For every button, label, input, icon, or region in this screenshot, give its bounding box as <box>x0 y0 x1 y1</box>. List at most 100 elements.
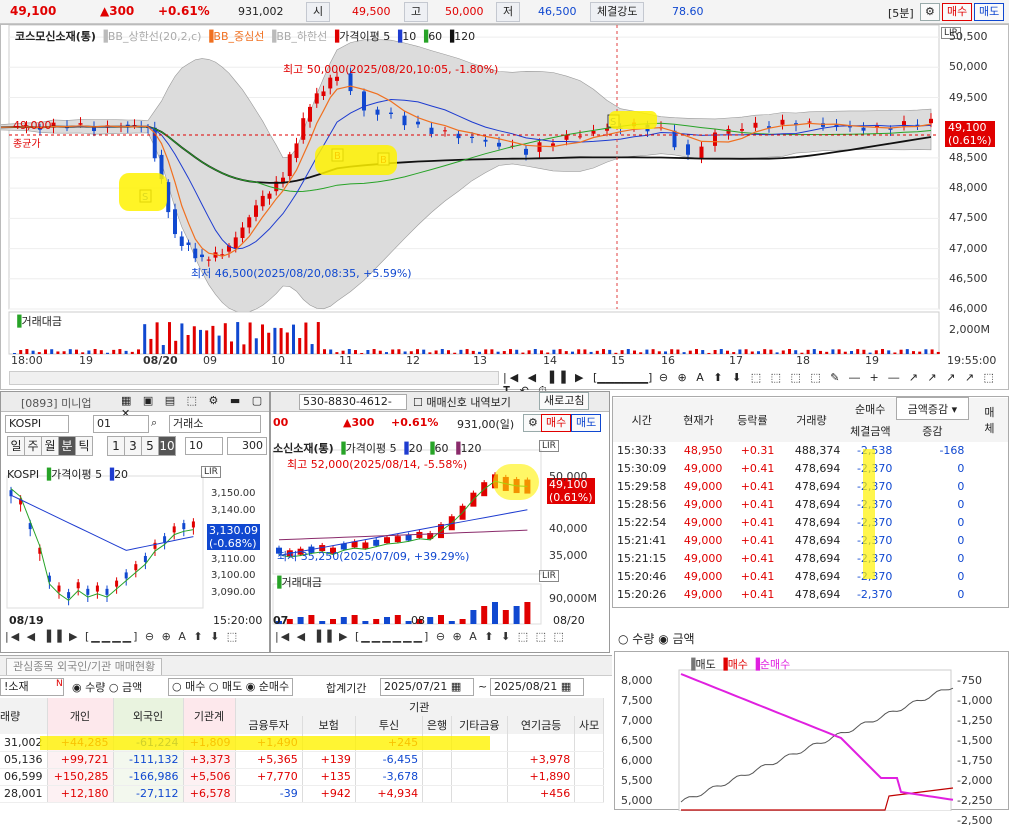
volume-bar <box>149 338 153 354</box>
tick-row[interactable]: 15:28:5649,000+0.41478,694-2,3700 <box>613 495 1008 514</box>
table-row[interactable]: 06,599 +150,285 -166,986 +5,506 +7,770 +135 -3… <box>0 768 604 786</box>
tick-table-panel[interactable]: 시간 현재가 등락률 거래량 순매수 금액증감 ▾ 매 체 체결금액 증감 15:30:33 48… <box>612 396 1009 608</box>
interval-5[interactable]: 5 <box>141 436 159 456</box>
kospi-candle <box>163 536 167 543</box>
volume-bar <box>918 351 922 354</box>
table-cell <box>422 751 452 769</box>
side-radio[interactable]: ○ 매수 ○ 매도 ◉ 순매수 <box>168 678 294 696</box>
tab-minute[interactable]: 분 <box>58 436 76 456</box>
account-number[interactable]: 530-8830-4612- <box>299 394 407 410</box>
date-to[interactable]: 2025/08/21 ▦ <box>490 678 584 696</box>
radio-amount[interactable]: 금액 <box>122 681 142 694</box>
flow-chart-panel[interactable]: ▐매도 ▐매수 ▐순매수 8,000 7,500 7,000 6,500 6,000 5,… <box>614 651 1009 827</box>
radio-qty[interactable]: 수량 <box>85 681 105 694</box>
unit-radio[interactable]: ◉ 수량 ○ 금액 <box>72 679 142 695</box>
daily-lir-badge[interactable]: LIR <box>539 440 559 452</box>
tab-month[interactable]: 월 <box>41 436 59 456</box>
kospi-date: 08/19 <box>9 614 44 627</box>
interval-10[interactable]: 10 <box>158 436 176 456</box>
mini-controls[interactable]: |◀ ◀ ▐▐ ▶ [▁▁▁▁] ⊖ ⊕ A ⬆ ⬇ ⬚ <box>5 630 239 643</box>
option-qty[interactable]: 수량 <box>632 632 654 646</box>
tick-row[interactable]: 15:21:1549,000+0.41478,694-2,3700 <box>613 549 1008 568</box>
interval-buttons[interactable]: 1 3 5 10 <box>107 436 176 456</box>
tick-cell: 478,694 <box>778 495 845 514</box>
tick-options[interactable]: ○ 수량 ◉ 금액 <box>618 630 695 647</box>
flow-net-label: 순매수 <box>759 658 791 671</box>
count-input[interactable]: 300 <box>227 437 267 455</box>
daily-lir-badge-2[interactable]: LIR <box>539 570 559 582</box>
daily-sell-button[interactable]: 매도 <box>571 414 602 432</box>
investor-flow-window[interactable]: 관심종목 외국인/기관 매매현황 !소재 N ◉ 수량 ○ 금액 ○ 매수 ○ … <box>0 655 612 810</box>
option-amount[interactable]: 금액 <box>673 632 695 646</box>
flow-left-tick: 7,500 <box>621 694 653 707</box>
tab-week[interactable]: 주 <box>24 436 42 456</box>
mini-chart-window[interactable]: [0893] 미니업 ▦ ▣ ▤ ⬚ ⚙ ▬ ▢ ✕ KOSPI 01 ⌕ 거래… <box>0 391 270 653</box>
period-tabs[interactable]: 일주월분틱 <box>7 436 93 456</box>
daily-volume-bar <box>438 615 444 624</box>
table-row[interactable]: 05,136 +99,721 -111,132 +3,373 +5,365 +139 -6,… <box>0 751 604 769</box>
radio-net[interactable]: 순매수 <box>259 680 289 693</box>
daily-volume: 931,00(일) <box>457 418 515 431</box>
tick-cell: 478,694 <box>778 477 845 496</box>
volume-bar <box>533 349 537 354</box>
tab-investor-flow[interactable]: 관심종목 외국인/기관 매매현황 <box>6 658 163 675</box>
mini-lir-badge[interactable]: LIR <box>201 466 221 478</box>
tab-day[interactable]: 일 <box>7 436 25 456</box>
volume-bar <box>93 349 97 354</box>
search-icon[interactable]: ⌕ <box>151 416 157 430</box>
sell-button[interactable]: 매도 <box>974 3 1005 21</box>
daily-volume-bar <box>459 619 466 624</box>
volume-bar <box>602 349 605 354</box>
volume-bar <box>186 335 190 354</box>
tick-row[interactable]: 15:20:4649,000+0.41478,694-2,3700 <box>613 567 1008 586</box>
main-chart-panel[interactable]: SBBS 코스모신소재(통) ▐BB_상한선(20,2,c) ▐BB_중심선 ▐… <box>0 24 1009 397</box>
interval-3[interactable]: 3 <box>124 436 142 456</box>
amount-change-select[interactable]: 금액증감 ▾ <box>895 397 969 420</box>
volume-bar <box>174 340 178 354</box>
market-number-input[interactable]: 01 <box>93 415 149 433</box>
radio-sell[interactable]: 매도 <box>222 680 242 693</box>
open-label: 시 <box>306 2 331 22</box>
group-select-arrow[interactable]: N <box>56 679 63 689</box>
signal-checkbox[interactable]: ☐ 매매신호 내역보기 <box>413 394 511 410</box>
tab-tick[interactable]: 틱 <box>75 436 93 456</box>
volume-bar <box>44 349 47 354</box>
volume-bar <box>360 352 364 354</box>
calendar-icon[interactable]: ▦ <box>451 680 461 693</box>
calendar-icon[interactable]: ▦ <box>561 680 571 693</box>
volume-bar <box>757 351 760 354</box>
volume-bar <box>837 349 841 354</box>
tick-row[interactable]: 15:20:26 49,000 +0.41 478,694 -2,370 0 <box>613 585 1008 604</box>
date-from[interactable]: 2025/07/21 ▦ <box>380 678 474 696</box>
h-scrollbar[interactable] <box>9 371 499 385</box>
volume-bar <box>137 349 140 354</box>
refresh-button[interactable]: 새로고침 <box>539 392 590 410</box>
table-cell: +139 <box>302 751 356 769</box>
period-label[interactable]: [5분] <box>888 5 914 21</box>
group-select[interactable]: !소재 <box>0 678 64 696</box>
volume-bar <box>515 349 519 354</box>
market-select[interactable]: KOSPI <box>5 415 69 433</box>
daily-candle <box>405 534 412 541</box>
volume-bar <box>205 330 209 354</box>
tick-row[interactable]: 15:22:5449,000+0.41478,694-2,3700 <box>613 513 1008 532</box>
candle-body <box>254 205 258 217</box>
settings-icon[interactable]: ⚙ <box>920 3 940 21</box>
tick-row[interactable]: 15:30:0949,000+0.41478,694-2,3700 <box>613 459 1008 478</box>
interval-select[interactable]: 10 <box>185 437 223 455</box>
hdr-sub: 기타금융 <box>451 716 508 734</box>
table-row[interactable]: 28,001 +12,180 -27,112 +6,578 -39 +942 +4,934 +… <box>0 785 604 803</box>
tick-row[interactable]: 15:29:5849,000+0.41478,694-2,3700 <box>613 477 1008 496</box>
daily-settings-icon[interactable]: ⚙ <box>523 414 543 432</box>
candle-body <box>301 118 306 140</box>
tick-row[interactable]: 15:30:3348,950+0.31488,374-2,538-168 <box>613 441 1008 460</box>
daily-chart-window[interactable]: 530-8830-4612- ☐ 매매신호 내역보기 새로고침 00 ▲300 … <box>270 391 610 653</box>
tick-row[interactable]: 15:21:4149,000+0.41478,694-2,3700 <box>613 531 1008 550</box>
daily-buy-button[interactable]: 매수 <box>541 414 572 432</box>
radio-buy[interactable]: 매수 <box>185 680 205 693</box>
col-extra-label: 매 <box>984 405 995 419</box>
buy-button[interactable]: 매수 <box>942 3 973 21</box>
interval-1[interactable]: 1 <box>107 436 125 456</box>
volume-bar <box>161 345 165 354</box>
daily-controls[interactable]: |◀ ◀ ▐▐ ▶ [▁▁▁▁▁▁] ⊖ ⊕ A ⬆ ⬇ ⬚ ⬚ ⬚ <box>275 630 566 643</box>
